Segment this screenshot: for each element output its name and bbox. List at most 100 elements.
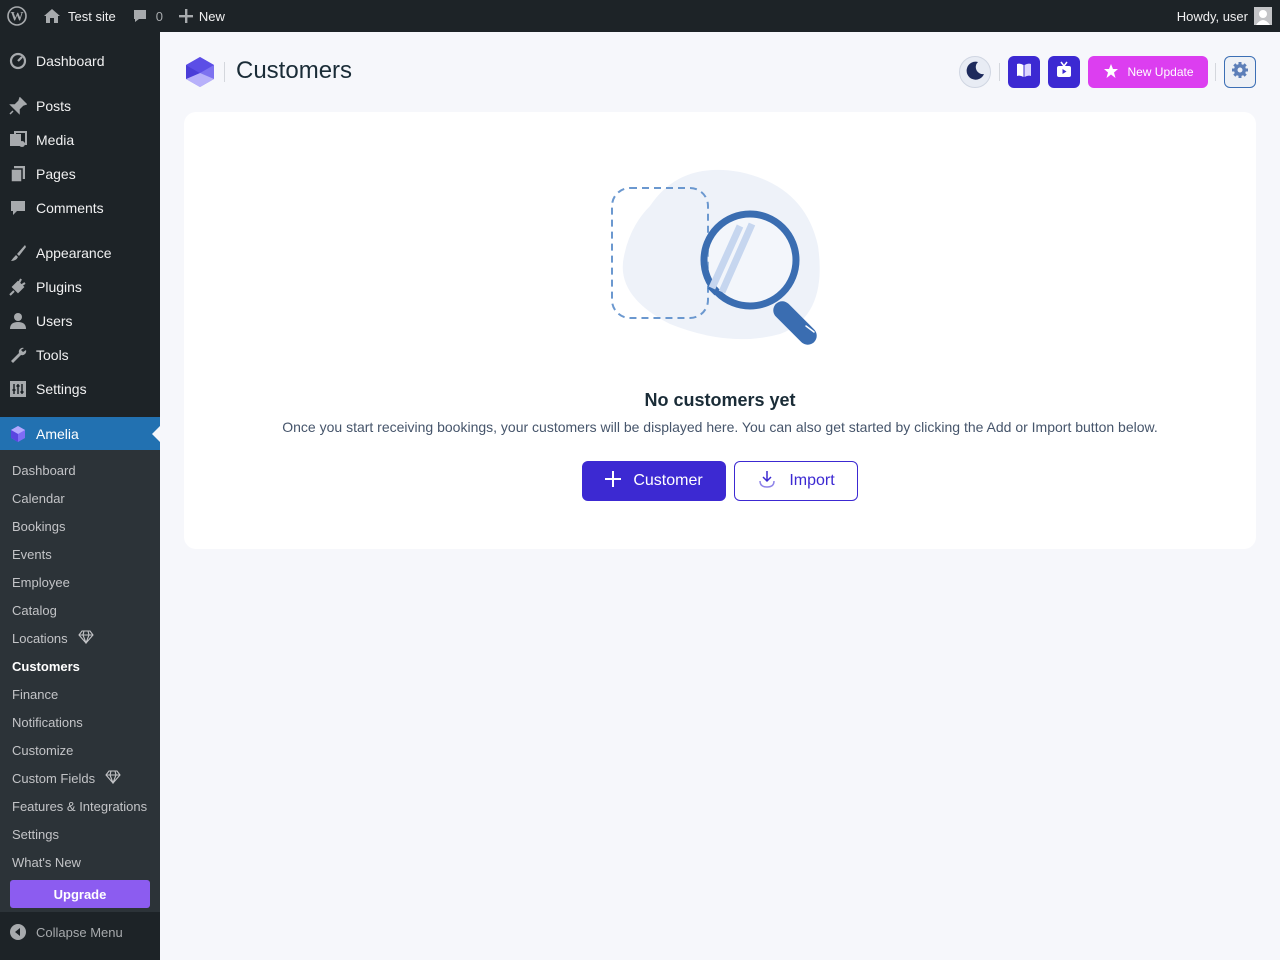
- submenu-item-features-integrations[interactable]: Features & Integrations: [12, 796, 147, 816]
- amelia-logo-icon: [184, 55, 216, 94]
- howdy-text: Howdy, user: [1176, 8, 1248, 24]
- empty-state-card: No customers yet Once you start receivin…: [184, 112, 1256, 549]
- gear-icon: [1231, 61, 1249, 84]
- empty-state-title: No customers yet: [644, 390, 796, 410]
- new-update-button[interactable]: New Update: [1088, 56, 1208, 88]
- submenu-item-catalog[interactable]: Catalog: [12, 600, 57, 620]
- submenu-item-notifications[interactable]: Notifications: [12, 712, 83, 732]
- submenu-label: Customize: [12, 742, 74, 758]
- magnifier-illustration-icon: [610, 166, 840, 357]
- sidebar-item-comments[interactable]: Comments: [0, 191, 160, 225]
- add-customer-label: Customer: [633, 472, 703, 489]
- dark-mode-toggle[interactable]: [959, 56, 991, 88]
- submenu-label: Calendar: [12, 490, 65, 506]
- add-customer-button[interactable]: Customer: [582, 461, 726, 501]
- import-button[interactable]: Import: [734, 461, 858, 501]
- submenu-item-settings[interactable]: Settings: [12, 824, 59, 844]
- brush-icon: [0, 244, 36, 262]
- submenu-item-custom-fields[interactable]: Custom Fields: [12, 768, 121, 788]
- svg-text:W: W: [11, 9, 24, 24]
- submenu-item-events[interactable]: Events: [12, 544, 52, 564]
- submenu-item-dashboard[interactable]: Dashboard: [12, 460, 76, 480]
- sidebar-item-label: Pages: [36, 166, 76, 182]
- sidebar-item-posts[interactable]: Posts: [0, 89, 160, 123]
- comment-icon: [132, 8, 148, 24]
- submenu-label: Notifications: [12, 714, 83, 730]
- sidebar-item-settings[interactable]: Settings: [0, 372, 160, 406]
- sidebar-item-label: Users: [36, 313, 73, 329]
- user-icon: [0, 312, 36, 330]
- sidebar-item-pages[interactable]: Pages: [0, 157, 160, 191]
- sidebar-item-label: Plugins: [36, 279, 82, 295]
- home-icon: [43, 8, 61, 24]
- submenu-item-locations[interactable]: Locations: [12, 628, 94, 648]
- submenu-label: Catalog: [12, 602, 57, 618]
- sidebar-item-plugins[interactable]: Plugins: [0, 270, 160, 304]
- amelia-icon: [0, 425, 36, 443]
- new-label: New: [198, 8, 225, 24]
- site-name-link[interactable]: Test site: [35, 0, 124, 32]
- submenu-item-employee[interactable]: Employee: [12, 572, 70, 592]
- comment-icon: [0, 199, 36, 217]
- sidebar-item-label: Settings: [36, 381, 87, 397]
- sidebar-item-users[interactable]: Users: [0, 304, 160, 338]
- admin-sidebar: Dashboard Posts Media Pages Comments App…: [0, 32, 160, 960]
- plus-icon: [178, 9, 193, 23]
- header-divider: [1215, 63, 1216, 81]
- new-update-label: New Update: [1127, 65, 1194, 79]
- video-tutorials-button[interactable]: [1048, 56, 1080, 88]
- comments-count: 0: [155, 8, 163, 24]
- moon-icon: [964, 59, 986, 86]
- diamond-icon: [105, 769, 121, 787]
- video-icon: [1055, 61, 1073, 84]
- submenu-item-bookings[interactable]: Bookings: [12, 516, 65, 536]
- comments-link[interactable]: 0: [124, 0, 171, 32]
- download-icon: [757, 469, 777, 494]
- collapse-label: Collapse Menu: [36, 924, 123, 940]
- sidebar-item-dashboard[interactable]: Dashboard: [0, 44, 160, 78]
- submenu-item-customize[interactable]: Customize: [12, 740, 73, 760]
- plug-icon: [0, 278, 36, 296]
- media-icon: [0, 131, 36, 149]
- avatar: [1254, 7, 1272, 25]
- pin-icon: [0, 97, 36, 115]
- submenu-item-finance[interactable]: Finance: [12, 684, 58, 704]
- submenu-label: Locations: [12, 630, 68, 646]
- submenu-label: Bookings: [12, 518, 66, 534]
- diamond-icon: [77, 629, 94, 647]
- sidebar-item-appearance[interactable]: Appearance: [0, 236, 160, 270]
- settings-button[interactable]: [1224, 56, 1256, 88]
- sidebar-item-tools[interactable]: Tools: [0, 338, 160, 372]
- new-content-link[interactable]: New: [171, 0, 233, 32]
- my-account-link[interactable]: Howdy, user: [1177, 0, 1280, 32]
- admin-bar: W Test site 0 New Howdy, user: [0, 0, 1280, 32]
- import-label: Import: [789, 472, 835, 489]
- book-icon: [1015, 61, 1033, 84]
- sidebar-item-label: Amelia: [36, 426, 79, 442]
- submenu-item-customers[interactable]: Customers: [12, 656, 80, 676]
- submenu-label: Features & Integrations: [12, 798, 148, 814]
- sidebar-item-media[interactable]: Media: [0, 123, 160, 157]
- wrench-icon: [0, 346, 36, 364]
- submenu-item-calendar[interactable]: Calendar: [12, 488, 65, 508]
- submenu-label: Customers: [12, 658, 80, 674]
- sidebar-item-label: Comments: [36, 200, 104, 216]
- sidebar-item-amelia[interactable]: Amelia: [0, 417, 160, 451]
- submenu-item-whats-new[interactable]: What's New: [12, 852, 81, 872]
- wordpress-logo-icon[interactable]: W: [0, 0, 35, 32]
- sparkle-star-icon: [1102, 62, 1120, 83]
- upgrade-button[interactable]: Upgrade: [10, 880, 150, 908]
- empty-state-description: Once you start receiving bookings, your …: [282, 419, 1158, 435]
- settings-icon: [0, 380, 36, 398]
- sidebar-item-label: Media: [36, 132, 75, 148]
- site-name: Test site: [68, 8, 116, 24]
- collapse-menu-button[interactable]: Collapse Menu: [0, 917, 160, 947]
- header-divider: [999, 63, 1000, 81]
- submenu-label: Finance: [12, 686, 59, 702]
- header-divider: [224, 62, 225, 82]
- submenu-label: Employee: [12, 574, 70, 590]
- documentation-button[interactable]: [1008, 56, 1040, 88]
- sidebar-item-label: Appearance: [36, 245, 112, 261]
- page-title: Customers: [236, 57, 353, 84]
- sidebar-item-label: Posts: [36, 98, 72, 114]
